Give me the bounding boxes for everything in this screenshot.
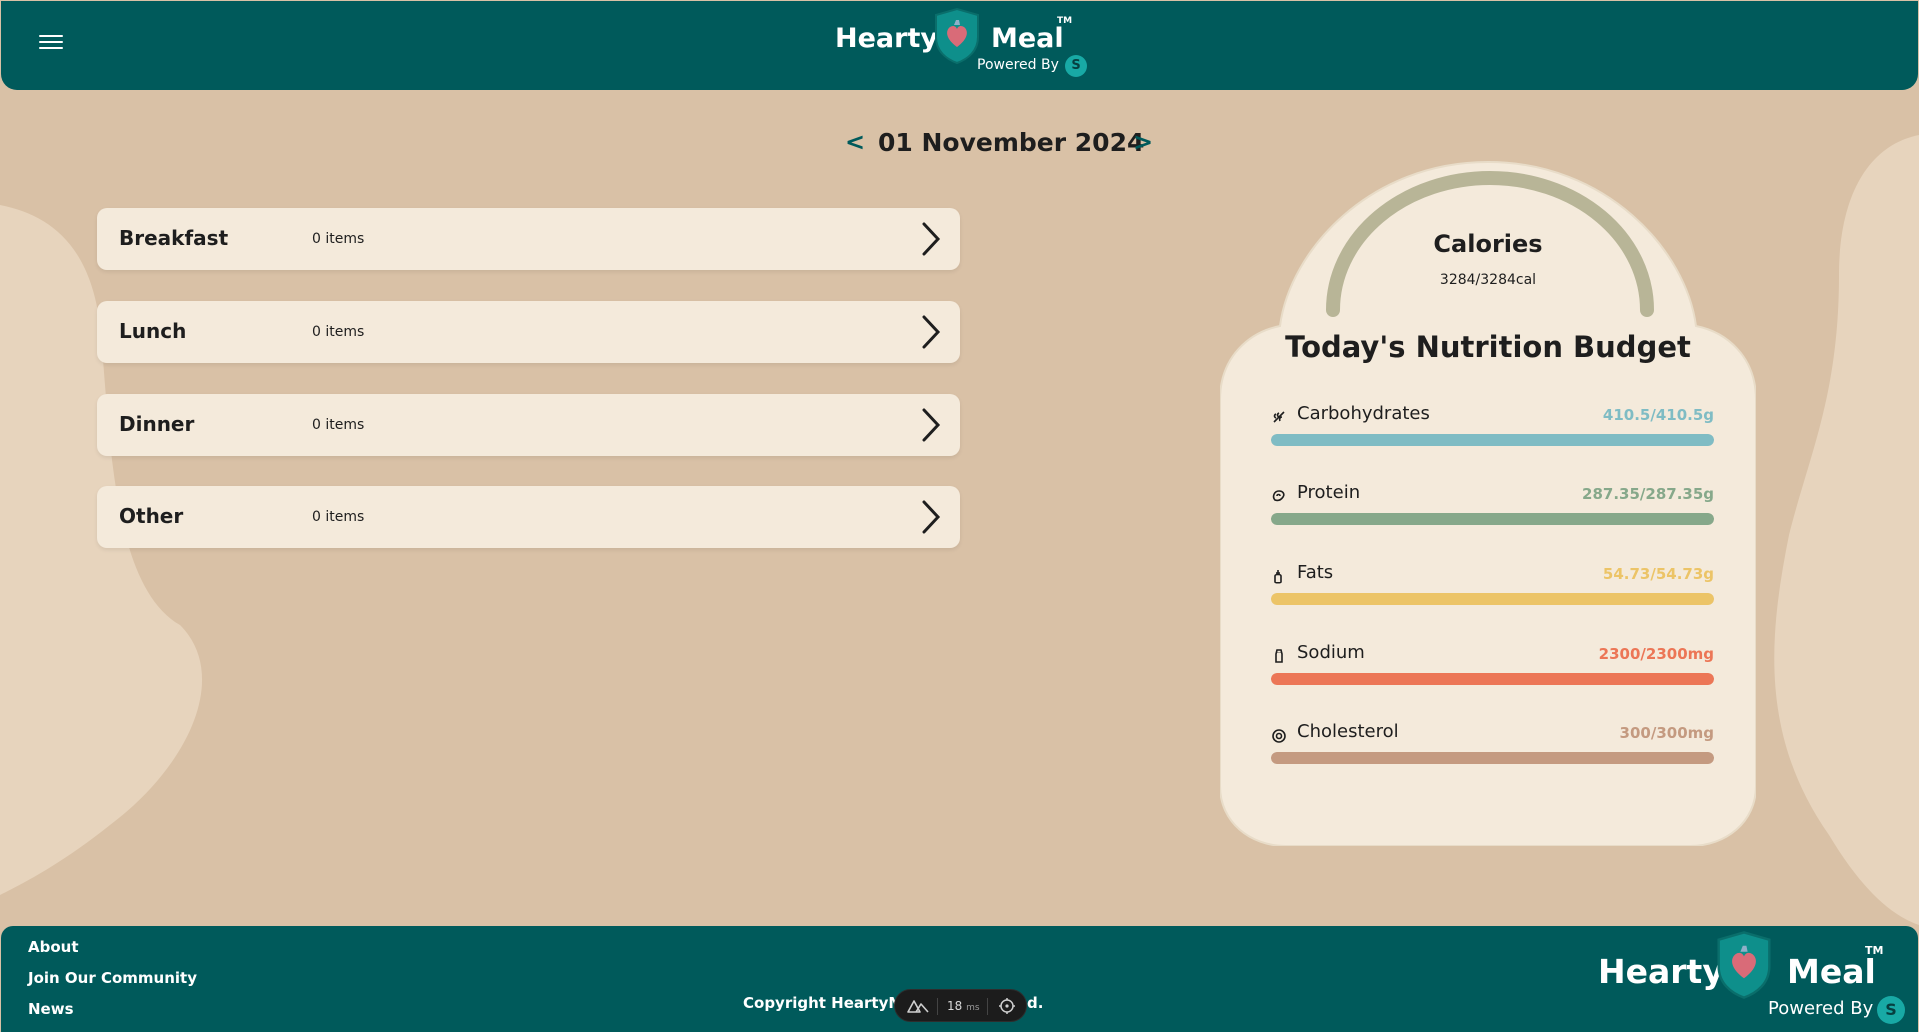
- nutrient-value: 287.35/287.35g: [1582, 485, 1714, 503]
- meal-card-dinner[interactable]: Dinner 0 items: [97, 394, 960, 456]
- logo-word-meal: Meal: [1787, 952, 1876, 991]
- nutrient-progress-fill: [1271, 434, 1714, 446]
- nutrient-row-carbohydrates: Carbohydrates 410.5/410.5g: [1271, 403, 1714, 463]
- meal-card-lunch[interactable]: Lunch 0 items: [97, 301, 960, 363]
- calories-value: 3284/3284cal: [1439, 272, 1537, 288]
- app-footer: About Join Our Community News Copyright …: [1, 926, 1918, 1032]
- footer-link-community[interactable]: Join Our Community: [28, 969, 197, 987]
- current-date: 01 November 2024: [878, 128, 1145, 157]
- meal-name: Other: [119, 504, 184, 528]
- render-time: 18 ms: [947, 999, 980, 1013]
- powered-by-label: Powered By: [1768, 998, 1874, 1019]
- nutrient-progress-fill: [1271, 673, 1714, 685]
- previous-day-button[interactable]: <: [845, 128, 865, 156]
- nutrient-label: Protein: [1297, 482, 1361, 503]
- chevron-right-icon: [922, 408, 941, 442]
- salt-shaker-icon: [1275, 649, 1283, 663]
- chevron-right-icon: [922, 222, 941, 256]
- nutrient-label: Sodium: [1297, 642, 1365, 663]
- header-logo[interactable]: Hearty Meal TM Powered By S: [833, 1, 1093, 91]
- meal-item-count: 0 items: [312, 417, 365, 433]
- render-time-value: 18: [947, 999, 963, 1013]
- chevron-right-icon: [922, 500, 941, 534]
- heart-shield-icon: [1717, 931, 1771, 999]
- nutrient-value: 2300/2300mg: [1598, 645, 1714, 663]
- decorative-blob-right: [1774, 135, 1919, 925]
- nutrient-progress-fill: [1271, 593, 1714, 605]
- chevron-right-icon: [922, 315, 941, 349]
- nutrient-label: Cholesterol: [1297, 721, 1399, 742]
- footer-link-about[interactable]: About: [28, 938, 79, 956]
- meal-item-count: 0 items: [312, 509, 365, 525]
- nutrient-progress-track: [1271, 513, 1714, 525]
- footer-logo[interactable]: Hearty Meal TM Powered By S: [1597, 931, 1917, 1024]
- footer-link-news[interactable]: News: [28, 1000, 74, 1018]
- logo-word-meal: Meal: [991, 23, 1064, 54]
- meat-icon: [1272, 490, 1285, 502]
- nuxt-logo-icon: [907, 1000, 929, 1013]
- nutrient-value: 300/300mg: [1619, 724, 1714, 742]
- hamburger-menu-button[interactable]: [39, 32, 63, 54]
- heart-shield-icon: [935, 7, 979, 65]
- trademark-mark: TM: [1057, 16, 1073, 26]
- next-day-button[interactable]: >: [1133, 128, 1153, 156]
- nutrient-value: 54.73/54.73g: [1602, 565, 1714, 583]
- meal-name: Lunch: [119, 319, 187, 343]
- egg-icon: [1272, 729, 1286, 743]
- logo-word-hearty: Hearty: [835, 23, 938, 54]
- nutrient-progress-track: [1271, 593, 1714, 605]
- meal-card-other[interactable]: Other 0 items: [97, 486, 960, 548]
- crosshair-icon[interactable]: [998, 997, 1016, 1015]
- powered-by-badge-icon: S: [1065, 55, 1087, 77]
- nutrition-budget-title: Today's Nutrition Budget: [1285, 330, 1691, 364]
- render-time-unit: ms: [966, 1003, 980, 1013]
- nutrient-progress-track: [1271, 434, 1714, 446]
- powered-by-label: Powered By: [977, 57, 1059, 73]
- meal-item-count: 0 items: [312, 231, 365, 247]
- nutrient-progress-fill: [1271, 752, 1714, 764]
- calories-title: Calories: [1433, 230, 1543, 258]
- powered-by-badge-icon: S: [1877, 996, 1905, 1024]
- nutrient-progress-track: [1271, 673, 1714, 685]
- meal-card-breakfast[interactable]: Breakfast 0 items: [97, 208, 960, 270]
- copyright-text-end: d.: [1027, 994, 1044, 1012]
- nutrient-label: Fats: [1297, 562, 1334, 583]
- meal-name: Dinner: [119, 412, 195, 436]
- nutrient-row-sodium: Sodium 2300/2300mg: [1271, 642, 1714, 702]
- nutrient-row-fats: Fats 54.73/54.73g: [1271, 562, 1714, 622]
- nutrient-progress-fill: [1271, 513, 1714, 525]
- nutrient-row-cholesterol: Cholesterol 300/300mg: [1271, 721, 1714, 781]
- oil-drop-icon: [1274, 570, 1282, 584]
- app-header: Hearty Meal TM Powered By S: [1, 1, 1918, 90]
- grain-icon: [1273, 411, 1285, 423]
- logo-word-hearty: Hearty: [1598, 952, 1724, 991]
- meal-item-count: 0 items: [312, 324, 365, 340]
- nutrient-label: Carbohydrates: [1297, 403, 1430, 424]
- nutrition-budget-card: Calories 3284/3284cal Today's Nutrition …: [1220, 160, 1756, 846]
- dev-tools-indicator[interactable]: 18 ms: [894, 989, 1027, 1022]
- date-navigator: < 01 November 2024 >: [840, 124, 1160, 164]
- meal-name: Breakfast: [119, 226, 229, 250]
- nutrient-progress-track: [1271, 752, 1714, 764]
- trademark-mark: TM: [1865, 944, 1884, 957]
- nutrient-row-protein: Protein 287.35/287.35g: [1271, 482, 1714, 542]
- nutrient-value: 410.5/410.5g: [1602, 406, 1714, 424]
